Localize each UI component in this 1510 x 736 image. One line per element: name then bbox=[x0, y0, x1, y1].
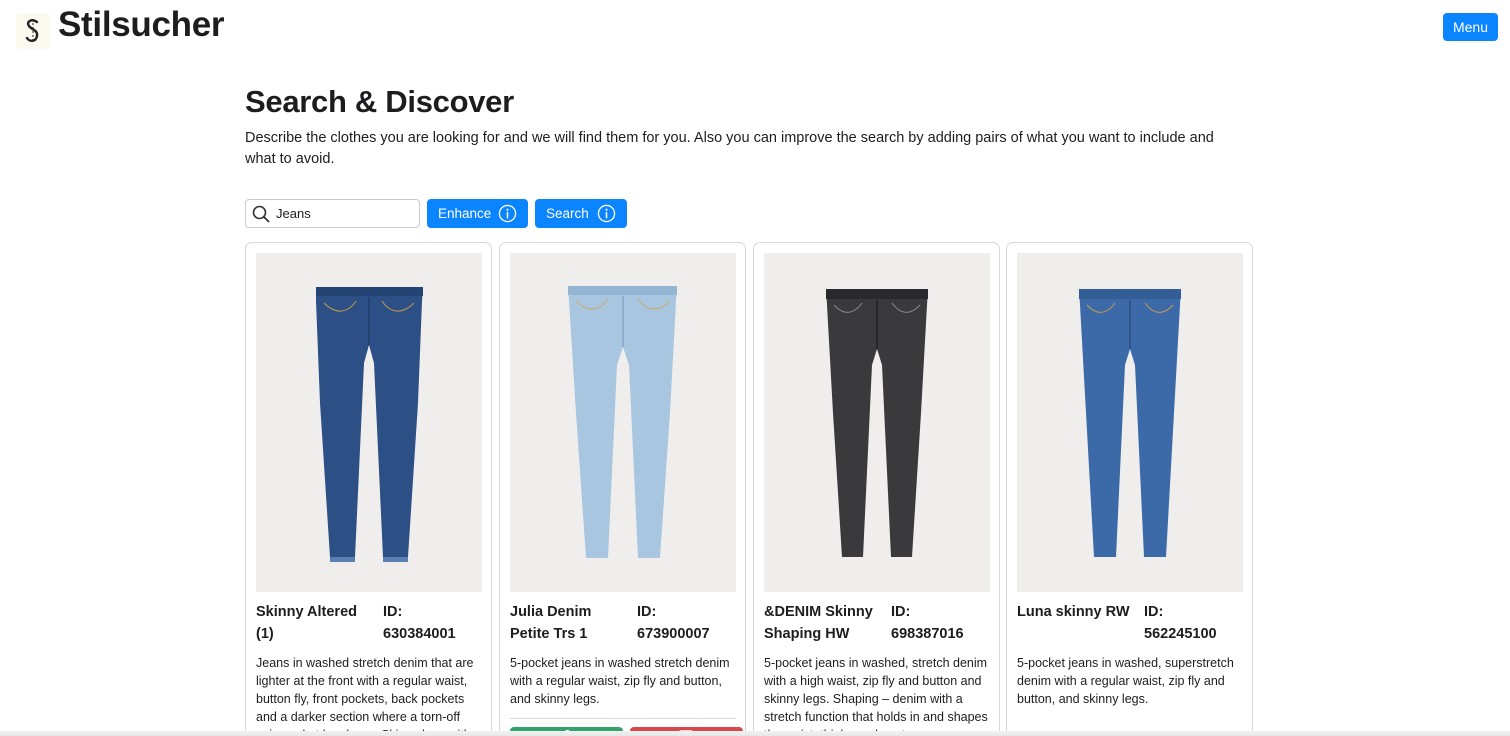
card-divider bbox=[510, 718, 736, 719]
brand-logo-icon[interactable] bbox=[16, 13, 50, 49]
product-id-label: ID: bbox=[637, 604, 657, 620]
product-id-value: 630384001 bbox=[383, 626, 456, 642]
product-card[interactable]: Julia Denim Petite Trs 1 ID: 673900007 5… bbox=[499, 242, 746, 736]
product-image[interactable] bbox=[256, 253, 482, 592]
search-field[interactable] bbox=[245, 199, 420, 228]
product-id-value: 673900007 bbox=[637, 626, 710, 642]
enhance-button[interactable]: Enhance bbox=[427, 199, 528, 228]
enhance-button-label: Enhance bbox=[438, 206, 492, 221]
product-id: ID: 698387016 bbox=[891, 601, 991, 645]
product-image[interactable] bbox=[764, 253, 990, 592]
product-description: 5-pocket jeans in washed, superstretch d… bbox=[1017, 656, 1234, 706]
product-id-label: ID: bbox=[891, 604, 911, 620]
brand-name[interactable]: Stilsucher bbox=[58, 5, 225, 45]
product-id-value: 698387016 bbox=[891, 626, 964, 642]
info-icon[interactable] bbox=[498, 204, 517, 223]
product-id-value: 562245100 bbox=[1144, 626, 1217, 642]
product-id: ID: 630384001 bbox=[383, 601, 483, 645]
product-id: ID: 673900007 bbox=[637, 601, 737, 645]
page-title: Search & Discover bbox=[245, 84, 514, 119]
search-button[interactable]: Search bbox=[535, 199, 627, 228]
product-id-label: ID: bbox=[1144, 604, 1164, 620]
product-name[interactable]: Skinny Altered (1) bbox=[256, 601, 374, 645]
top-navbar: Stilsucher Menu bbox=[0, 0, 1510, 56]
product-description: 5-pocket jeans in washed, stretch denim … bbox=[764, 656, 988, 736]
search-button-label: Search bbox=[546, 206, 589, 221]
search-icon bbox=[246, 200, 276, 227]
product-description: 5-pocket jeans in washed stretch denim w… bbox=[510, 656, 730, 706]
product-description: Jeans in washed stretch denim that are l… bbox=[256, 656, 474, 736]
product-id-label: ID: bbox=[383, 604, 403, 620]
product-card[interactable]: Skinny Altered (1) ID: 630384001 Jeans i… bbox=[245, 242, 492, 736]
product-image[interactable] bbox=[1017, 253, 1243, 592]
info-icon[interactable] bbox=[597, 204, 616, 223]
menu-button[interactable]: Menu bbox=[1443, 13, 1498, 41]
product-name[interactable]: Luna skinny RW bbox=[1017, 601, 1135, 623]
product-card[interactable]: Luna skinny RW ID: 562245100 5-pocket je… bbox=[1006, 242, 1253, 736]
product-name[interactable]: Julia Denim Petite Trs 1 bbox=[510, 601, 628, 645]
search-input[interactable] bbox=[276, 206, 411, 221]
product-card[interactable]: &DENIM Skinny Shaping HW ID: 698387016 5… bbox=[753, 242, 1000, 736]
page-description: Describe the clothes you are looking for… bbox=[245, 130, 1214, 167]
product-name[interactable]: &DENIM Skinny Shaping HW bbox=[764, 601, 882, 645]
product-image[interactable] bbox=[510, 253, 736, 592]
viewport-bottom-edge bbox=[0, 731, 1510, 736]
product-id: ID: 562245100 bbox=[1144, 601, 1244, 645]
